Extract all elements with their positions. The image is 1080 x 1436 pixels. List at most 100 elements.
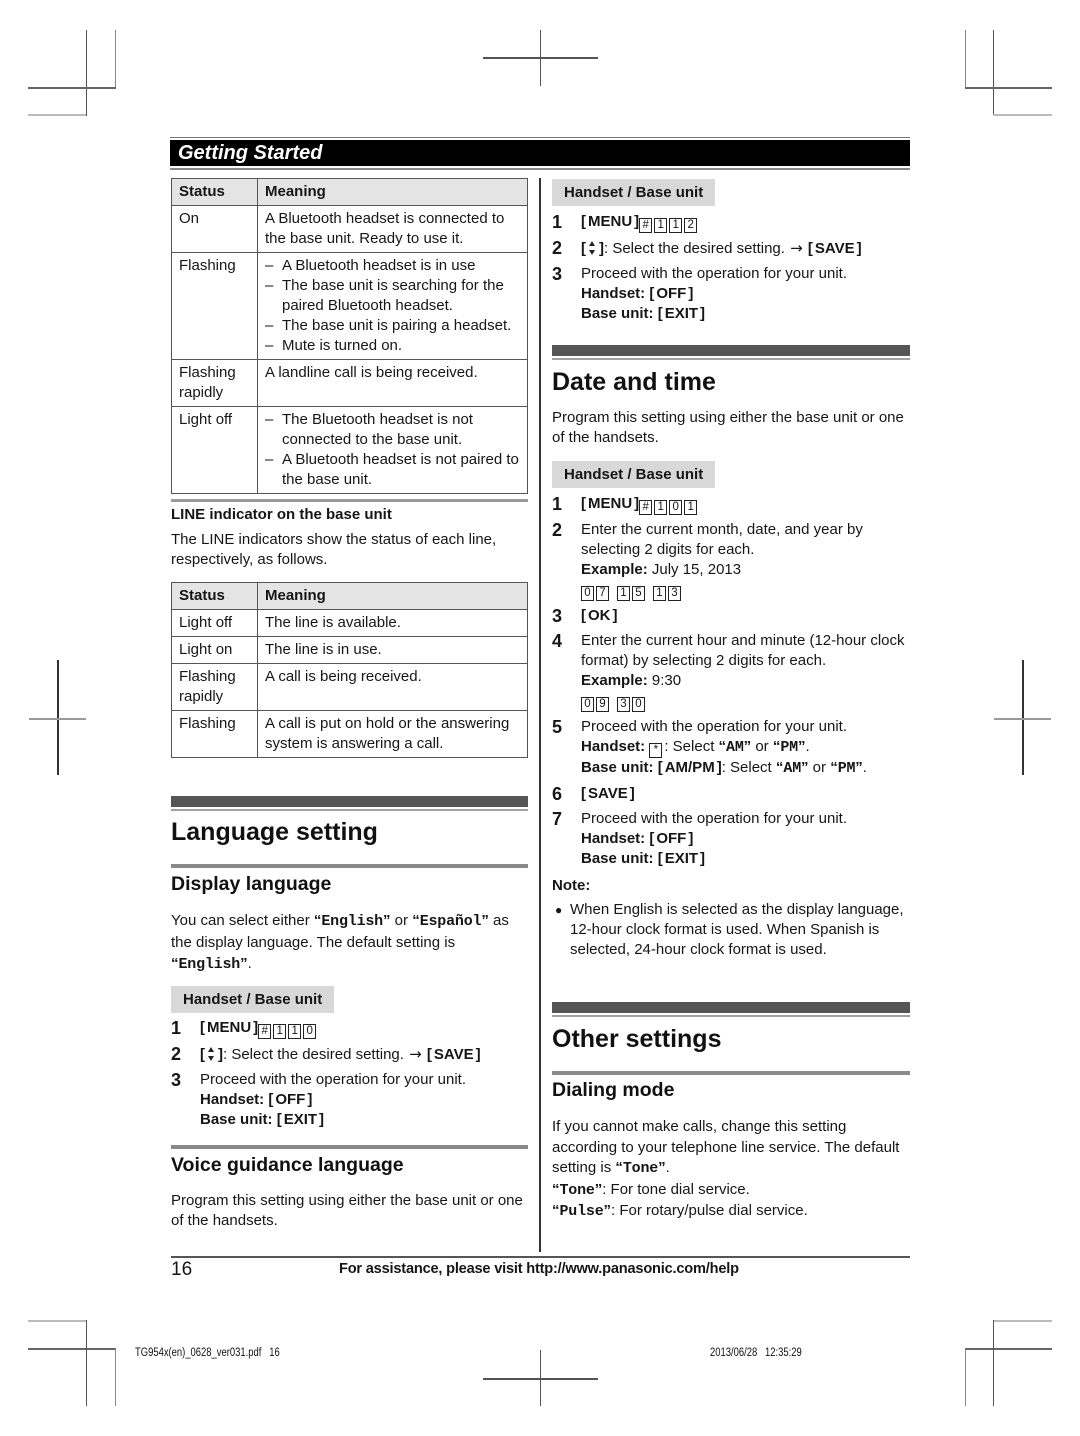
unit-label-wrap: Handset / Base unit [552,179,910,206]
status-cell: On [171,205,258,253]
unit-label-wrap: Handset / Base unit [171,986,528,1013]
section-divider [552,1002,910,1017]
up-down-arrow-icon [588,241,597,255]
step-line: Proceed with the operation for your unit… [200,1070,528,1090]
unit-label-badge: Handset / Base unit [552,179,716,206]
display-text-value: PM [837,760,856,777]
crop-mark [483,57,598,59]
display-text-value: Español [419,913,482,930]
display-text-value: English [321,913,383,930]
unit-label-badge: Handset / Base unit [171,986,335,1013]
table-row: Flashing rapidly A call is being received… [171,663,528,711]
table-row: Light off The line is available. [171,609,528,637]
section-bar-line [171,809,528,811]
step-line: Handset: OFF [581,284,910,304]
subsection-rule [552,1071,910,1075]
dash-icon: – [265,337,274,354]
print-timestamp: 2013/06/28 12:35:29 [710,1347,802,1359]
section-bar-line [552,358,910,360]
key-0-icon: 0 [581,586,594,601]
status-cell: Light off [171,406,258,494]
bold-label: Base unit: [581,305,658,322]
text: . [805,738,810,755]
text: Proceed with the operation for your unit… [581,810,847,827]
step-number: 3 [171,1070,182,1090]
text: . [247,955,252,972]
meaning-cell: The line is in use. [257,636,528,664]
key-5-icon: 5 [632,586,645,601]
step-line: : Select the desired setting. → SAVE [581,238,910,259]
crop-mark [86,1320,87,1406]
arrow-right-icon: → [790,239,803,257]
key-off-label: OFF [649,285,693,302]
text: Enter the current month, date, and year … [581,521,863,558]
step-line: Example: July 15, 2013 [581,560,910,580]
voice-guidance-steps: 1MENU#1122: Select the desired setting. … [552,212,910,329]
arrow-right-icon: → [409,1045,422,1063]
bold-label: Base unit: [581,759,658,776]
step: 2 Enter the current month, date, and year… [552,520,910,601]
key-exit-label: EXIT [658,850,705,867]
step: 2: Select the desired setting. → SAVE [552,238,910,259]
text: or [808,759,831,776]
key-1-icon: 1 [669,218,683,233]
key-exit-label: EXIT [277,1111,324,1128]
key-1-icon: 1 [654,500,668,515]
text: or [751,738,773,755]
column-header-meaning: Meaning [257,582,528,610]
dialing-mode-description: If you cannot make calls, change this se… [552,1117,910,1223]
bold-label: Base unit: [200,1111,277,1128]
step-body: Proceed with the operation for your unit… [200,1070,528,1130]
bold-label: Handset: [581,285,650,302]
step: 3 OK [552,606,910,626]
meaning-list-item: – A Bluetooth headset is not paired to th… [265,450,525,490]
step-number: 1 [171,1018,182,1038]
meaning-cell: A landline call is being received. [257,359,528,407]
footer-rule [171,1256,910,1258]
text: If you cannot make calls, change this se… [552,1118,900,1176]
section-bar [552,345,910,356]
column-header-status: Status [171,178,258,206]
print-file-info: TG954x(en)_0628_ver031.pdf 16 [135,1347,280,1359]
step-number: 2 [171,1044,182,1064]
step-line: Handset: *: Select “AM” or “PM”. [581,737,910,758]
step: 5 Proceed with the operation for your uni… [552,717,910,779]
step-body: MENU#110 [200,1018,528,1039]
step-line: Base unit: EXIT [200,1110,528,1130]
meaning-cell: A Bluetooth headset is connected to the … [257,205,528,253]
step-number: 5 [552,717,563,737]
assistance-link-text: For assistance, please visit http://www.… [339,1261,739,1277]
section-divider [552,345,910,360]
subsection-rule [171,1145,528,1149]
step-line: OK [581,606,910,626]
step-number: 3 [552,264,563,284]
note-text: When English is selected as the display … [570,901,904,958]
step-line: Enter the current hour and minute (12-ho… [581,631,910,671]
step-line: Proceed with the operation for your unit… [581,809,910,829]
step-number: 6 [552,784,563,804]
crop-mark [483,1378,598,1380]
note-label: Note: [552,877,591,894]
key-save-label: SAVE [427,1046,481,1063]
step-line: 0930 [581,691,910,712]
navigator-key-icon [581,240,604,257]
meaning-cell: A call is being received. [257,663,528,711]
crop-mark [115,30,116,88]
text: : For rotary/pulse dial service. [611,1202,808,1219]
bold-label: Base unit: [581,850,658,867]
key-0-icon: 0 [581,697,594,712]
crop-mark [965,87,1052,89]
crop-mark [86,30,87,116]
display-text-value: PM [780,739,798,756]
text: Enter the current hour and minute (12-ho… [581,632,905,669]
display-text: “PM” [772,738,806,756]
crop-mark [29,718,86,720]
status-cell: Flashing rapidly [171,663,258,711]
bold-label: Handset: [200,1091,269,1108]
subsection-rule [171,499,528,502]
text: : Select [721,759,776,776]
crop-mark [28,114,86,116]
crop-mark [115,1349,116,1406]
text: : Select [664,738,719,755]
status-cell: Light on [171,636,258,664]
